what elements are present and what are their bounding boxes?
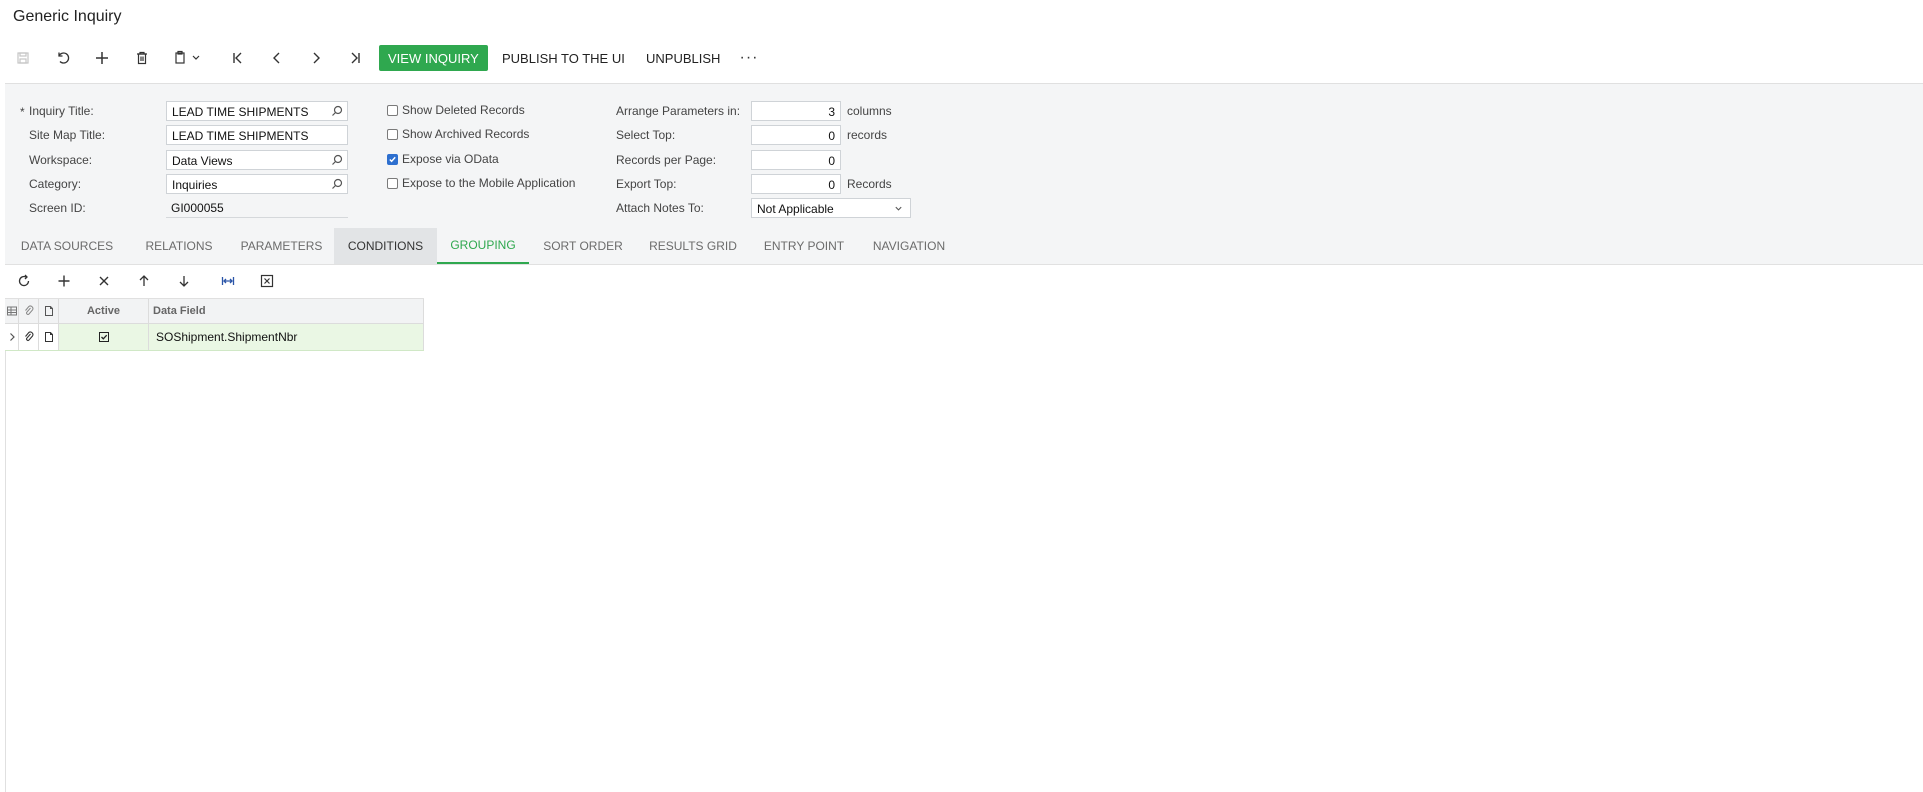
inquiry-title-input[interactable]: LEAD TIME SHIPMENTS xyxy=(166,101,348,121)
tab-conditions[interactable]: CONDITIONS xyxy=(334,228,437,264)
active-cell[interactable] xyxy=(59,324,149,350)
grid-settings-icon[interactable] xyxy=(6,305,18,317)
show-deleted-records-checkbox[interactable]: Show Deleted Records xyxy=(387,103,525,117)
note-icon[interactable] xyxy=(43,331,55,343)
checkbox-unchecked[interactable] xyxy=(387,177,398,189)
search-icon[interactable] xyxy=(331,154,343,166)
row-selector-header[interactable] xyxy=(5,299,19,323)
tab-data-sources[interactable]: DATA SOURCES xyxy=(5,228,129,264)
last-record-icon[interactable] xyxy=(341,44,369,72)
row-expand[interactable] xyxy=(5,324,19,350)
workspace-label: Workspace: xyxy=(29,153,93,167)
site-map-title-label: Site Map Title: xyxy=(29,128,106,142)
arrange-parameters-label: Arrange Parameters in: xyxy=(616,104,741,118)
tab-bar: DATA SOURCES RELATIONS PARAMETERS CONDIT… xyxy=(5,228,1923,265)
undo-icon[interactable] xyxy=(49,44,77,72)
arrange-parameters-input[interactable]: 3 xyxy=(751,101,841,121)
data-field-cell[interactable]: SOShipment.ShipmentNbr xyxy=(149,324,424,350)
notes-column-header xyxy=(39,299,59,323)
active-column-header[interactable]: Active xyxy=(59,299,149,323)
category-selector[interactable]: Inquiries xyxy=(166,174,348,194)
next-record-icon[interactable] xyxy=(302,44,330,72)
show-archived-records-checkbox[interactable]: Show Archived Records xyxy=(387,127,529,141)
grid-left-border xyxy=(5,298,6,792)
grid-toolbar xyxy=(5,266,1923,296)
checkbox-checked-icon[interactable] xyxy=(98,331,110,343)
export-top-input[interactable]: 0 xyxy=(751,174,841,194)
checkbox-unchecked[interactable] xyxy=(387,104,398,116)
delete-row-icon[interactable] xyxy=(93,271,115,291)
expose-via-odata-checkbox[interactable]: Expose via OData xyxy=(387,152,499,166)
records-per-page-label: Records per Page: xyxy=(616,153,717,167)
search-icon[interactable] xyxy=(331,178,343,190)
checkbox-checked-icon[interactable] xyxy=(387,153,398,165)
checkbox-unchecked[interactable] xyxy=(387,128,398,140)
page-title: Generic Inquiry xyxy=(13,8,122,25)
table-row[interactable]: SOShipment.ShipmentNbr xyxy=(5,324,424,351)
arrange-parameters-suffix: columns xyxy=(847,104,892,118)
expose-mobile-app-checkbox[interactable]: Expose to the Mobile Application xyxy=(387,176,575,190)
previous-record-icon[interactable] xyxy=(263,44,291,72)
category-label: Category: xyxy=(29,177,82,191)
grid-header: Active Data Field xyxy=(5,298,424,324)
tab-entry-point[interactable]: ENTRY POINT xyxy=(749,228,859,264)
paperclip-icon xyxy=(24,305,33,315)
fit-columns-icon[interactable] xyxy=(217,271,239,291)
more-actions-button[interactable]: ··· xyxy=(738,45,760,71)
search-icon[interactable] xyxy=(331,105,343,117)
delete-icon[interactable] xyxy=(128,44,156,72)
unpublish-button[interactable]: UNPUBLISH xyxy=(637,45,729,71)
inquiry-title-label: Inquiry Title: xyxy=(29,104,94,118)
chevron-down-icon xyxy=(895,206,902,211)
attach-notes-label: Attach Notes To: xyxy=(616,201,704,215)
export-excel-icon[interactable] xyxy=(256,271,278,291)
tab-relations[interactable]: RELATIONS xyxy=(129,228,229,264)
export-top-label: Export Top: xyxy=(616,177,677,191)
main-toolbar: VIEW INQUIRY PUBLISH TO THE UI UNPUBLISH… xyxy=(0,44,1923,72)
row-files[interactable] xyxy=(19,324,39,350)
tab-grouping[interactable]: GROUPING xyxy=(437,228,529,264)
tab-sort-order[interactable]: SORT ORDER xyxy=(529,228,637,264)
add-row-icon[interactable] xyxy=(53,271,75,291)
data-field-column-header[interactable]: Data Field xyxy=(149,299,424,323)
select-top-label: Select Top: xyxy=(616,128,676,142)
add-icon[interactable] xyxy=(88,44,116,72)
screen-id-label: Screen ID: xyxy=(29,201,86,215)
move-down-icon[interactable] xyxy=(173,271,195,291)
note-icon xyxy=(44,306,53,316)
inquiry-summary-form: * Inquiry Title: LEAD TIME SHIPMENTS Sit… xyxy=(5,83,1923,229)
move-up-icon[interactable] xyxy=(133,271,155,291)
row-notes[interactable] xyxy=(39,324,59,350)
publish-to-ui-button[interactable]: PUBLISH TO THE UI xyxy=(493,45,634,71)
export-top-suffix: Records xyxy=(847,177,892,191)
records-per-page-input[interactable]: 0 xyxy=(751,150,841,170)
select-top-input[interactable]: 0 xyxy=(751,125,841,145)
first-record-icon[interactable] xyxy=(224,44,252,72)
save-icon[interactable] xyxy=(9,44,37,72)
view-inquiry-button[interactable]: VIEW INQUIRY xyxy=(379,45,488,71)
tab-parameters[interactable]: PARAMETERS xyxy=(229,228,334,264)
tab-results-grid[interactable]: RESULTS GRID xyxy=(637,228,749,264)
grouping-grid: Active Data Field SOShipment.ShipmentNbr xyxy=(5,298,424,351)
required-marker: * xyxy=(20,105,25,119)
workspace-selector[interactable]: Data Views xyxy=(166,150,348,170)
copy-paste-icon[interactable] xyxy=(167,44,207,72)
paperclip-icon[interactable] xyxy=(23,331,35,343)
refresh-icon[interactable] xyxy=(13,271,35,291)
select-top-suffix: records xyxy=(847,128,888,142)
files-column-header xyxy=(19,299,39,323)
screen-id-value: GI000055 xyxy=(166,198,348,218)
attach-notes-dropdown[interactable]: Not Applicable xyxy=(751,198,911,218)
tab-navigation[interactable]: NAVIGATION xyxy=(859,228,959,264)
site-map-title-input[interactable]: LEAD TIME SHIPMENTS xyxy=(166,125,348,145)
chevron-right-icon[interactable] xyxy=(6,331,18,343)
